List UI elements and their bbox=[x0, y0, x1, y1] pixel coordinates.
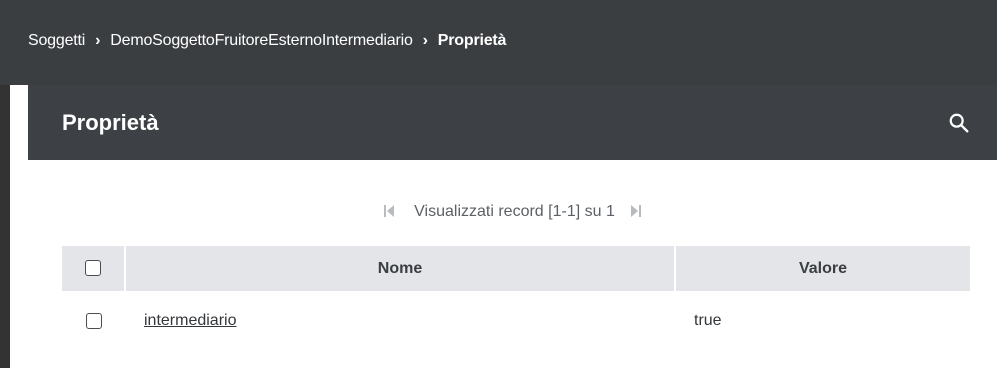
search-icon bbox=[949, 113, 969, 132]
row-select-cell bbox=[62, 291, 126, 351]
valore-cell: true bbox=[694, 312, 722, 329]
content-area: Visualizzati record [1-1] su 1 Nome Valo… bbox=[28, 160, 997, 368]
last-page-icon bbox=[630, 204, 641, 217]
search-button[interactable] bbox=[947, 111, 971, 135]
property-name-link[interactable]: intermediario bbox=[144, 312, 236, 329]
column-header-nome[interactable]: Nome bbox=[126, 246, 676, 291]
panel-header: Proprietà bbox=[28, 85, 997, 160]
breadcrumb-separator: › bbox=[422, 32, 428, 49]
properties-table: Nome Valore intermediario true bbox=[62, 246, 970, 351]
pagination-info: Visualizzati record [1-1] su 1 bbox=[414, 203, 615, 220]
first-page-icon bbox=[384, 204, 395, 217]
table-row: intermediario true bbox=[62, 291, 970, 351]
breadcrumb-item-soggetto[interactable]: DemoSoggettoFruitoreEsternoIntermediario bbox=[110, 32, 413, 50]
sidebar-rail bbox=[0, 85, 10, 368]
breadcrumb-item-current: Proprietà bbox=[437, 32, 507, 49]
last-page-button[interactable] bbox=[630, 204, 641, 220]
pagination-bar: Visualizzati record [1-1] su 1 bbox=[28, 197, 997, 227]
row-checkbox[interactable] bbox=[86, 312, 102, 329]
select-all-checkbox[interactable] bbox=[85, 260, 101, 277]
breadcrumb-item-soggetti[interactable]: Soggetti bbox=[28, 32, 85, 50]
breadcrumb-separator: › bbox=[95, 32, 101, 49]
first-page-button[interactable] bbox=[384, 204, 395, 220]
nome-cell: intermediario bbox=[126, 291, 676, 351]
select-all-cell bbox=[62, 246, 126, 291]
column-header-valore[interactable]: Valore bbox=[676, 246, 970, 291]
breadcrumb: Soggetti › DemoSoggettoFruitoreEsternoIn… bbox=[0, 0, 997, 85]
table-header-row: Nome Valore bbox=[62, 246, 970, 291]
page-title: Proprietà bbox=[62, 109, 159, 135]
